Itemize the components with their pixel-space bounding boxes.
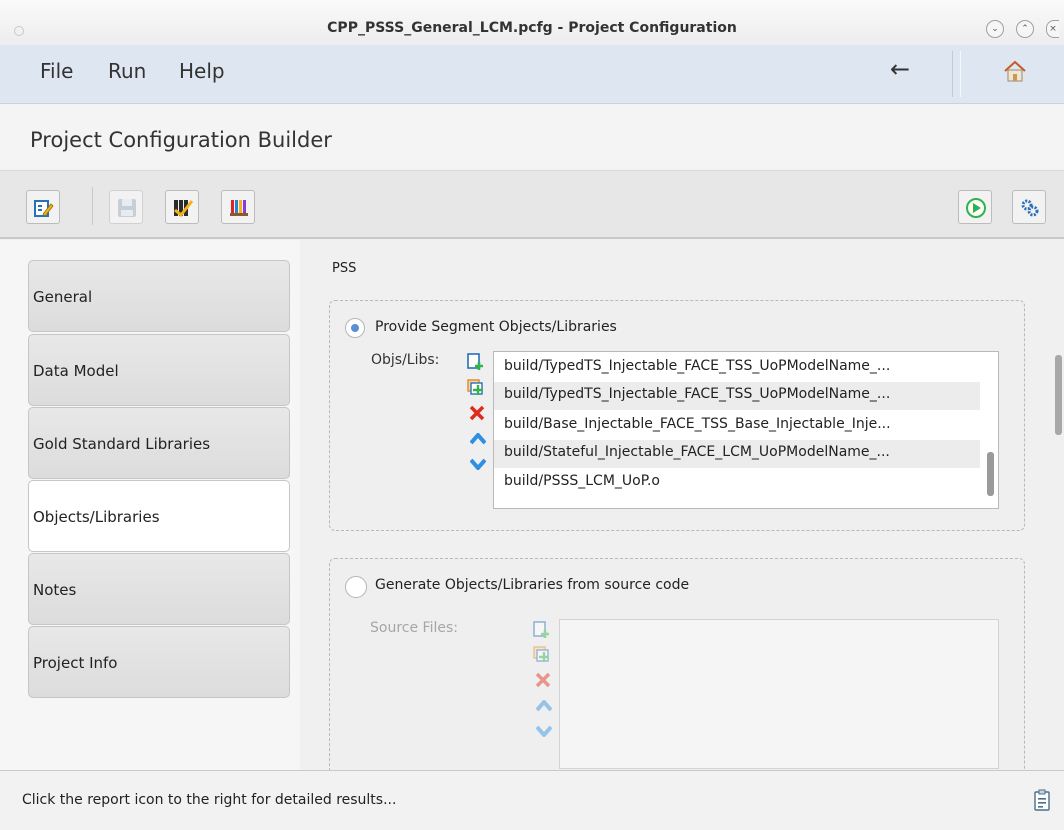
nav-tab-label: Project Info <box>33 654 118 672</box>
close-icon[interactable]: × <box>1046 20 1059 38</box>
sidebar-nav: General Data Model Gold Standard Librari… <box>0 240 300 770</box>
list-item[interactable]: build/Stateful_Injectable_FACE_LCM_UoPMo… <box>494 440 980 468</box>
list-item[interactable]: build/Base_Injectable_FACE_TSS_Base_Inje… <box>494 412 980 440</box>
generate-objects-group: Generate Objects/Libraries from source c… <box>329 558 1025 770</box>
objs-libs-list[interactable]: build/TypedTS_Injectable_FACE_TSS_UoPMod… <box>493 351 999 509</box>
nav-tab-general[interactable]: General <box>28 260 290 332</box>
books-icon <box>230 200 248 216</box>
books-button[interactable] <box>221 190 255 224</box>
section-label: PSS <box>332 261 357 276</box>
move-down-icon[interactable] <box>469 458 487 474</box>
menu-file[interactable]: File <box>40 59 73 83</box>
toolbar <box>0 171 1064 239</box>
status-text: Click the report icon to the right for d… <box>22 792 397 808</box>
nav-tab-objects-libraries[interactable]: Objects/Libraries <box>28 480 290 552</box>
save-button[interactable] <box>109 190 143 224</box>
menubar: File Run Help ← <box>0 45 1064 104</box>
back-arrow-icon[interactable]: ← <box>890 55 910 83</box>
source-files-label: Source Files: <box>370 620 458 636</box>
maximize-icon[interactable]: ⌃ <box>1016 20 1034 38</box>
list-item[interactable]: build/PSSS_LCM_UoP.o <box>494 469 980 497</box>
status-bar: Click the report icon to the right for d… <box>0 770 1064 830</box>
move-up-icon[interactable] <box>469 431 487 449</box>
add-multiple-icon[interactable] <box>467 379 485 401</box>
nav-tab-label: Data Model <box>33 362 119 380</box>
nav-tab-gold-standard-libraries[interactable]: Gold Standard Libraries <box>28 407 290 479</box>
save-icon <box>118 199 136 217</box>
provide-objects-radio[interactable] <box>345 318 365 338</box>
nav-tab-notes[interactable]: Notes <box>28 553 290 625</box>
menu-help[interactable]: Help <box>179 59 225 83</box>
run-icon <box>966 198 986 218</box>
edit-config-icon <box>34 200 54 217</box>
move-up-icon <box>535 698 553 716</box>
remove-icon[interactable] <box>469 405 485 425</box>
add-icon <box>533 621 551 643</box>
edit-config-button[interactable] <box>26 190 60 224</box>
list-item[interactable]: build/TypedTS_Injectable_FACE_TSS_UoPMod… <box>494 382 980 410</box>
main-scrollbar[interactable] <box>1055 355 1062 435</box>
move-down-icon <box>535 725 553 741</box>
toolbar-divider <box>92 187 93 225</box>
remove-icon <box>535 672 551 692</box>
generate-objects-radio[interactable] <box>345 576 367 598</box>
main-content: PSS Provide Segment Objects/Libraries Ob… <box>300 240 1064 770</box>
nav-tab-project-info[interactable]: Project Info <box>28 626 290 698</box>
add-multiple-icon <box>533 646 551 668</box>
menu-run[interactable]: Run <box>108 59 146 83</box>
source-files-list <box>559 619 999 769</box>
validate-button[interactable] <box>165 190 199 224</box>
generate-objects-label: Generate Objects/Libraries from source c… <box>375 577 690 593</box>
page-title: Project Configuration Builder <box>30 128 332 152</box>
provide-objects-group: Provide Segment Objects/Libraries Objs/L… <box>329 300 1025 531</box>
list-scrollbar[interactable] <box>987 452 994 496</box>
run-button[interactable] <box>958 190 992 224</box>
minimize-icon[interactable]: ⌄ <box>986 20 1004 38</box>
list-item[interactable]: build/TypedTS_Injectable_FACE_TSS_UoPMod… <box>494 354 980 382</box>
nav-tab-label: General <box>33 288 93 306</box>
menubar-divider <box>952 51 953 97</box>
nav-tab-label: Objects/Libraries <box>33 508 160 526</box>
provide-objects-label: Provide Segment Objects/Libraries <box>375 319 617 335</box>
window-title: CPP_PSSS_General_LCM.pcfg - Project Conf… <box>327 20 737 36</box>
page-header: Project Configuration Builder <box>0 104 1064 171</box>
report-icon[interactable] <box>1034 789 1050 815</box>
settings-button[interactable] <box>1012 190 1046 224</box>
nav-tab-data-model[interactable]: Data Model <box>28 334 290 406</box>
home-icon[interactable] <box>1003 59 1027 87</box>
nav-tab-label: Notes <box>33 581 77 599</box>
objs-libs-label: Objs/Libs: <box>371 352 440 368</box>
settings-gear-icon <box>1021 199 1039 217</box>
add-icon[interactable] <box>467 353 485 375</box>
nav-tab-label: Gold Standard Libraries <box>33 435 211 453</box>
validate-icon <box>174 200 193 218</box>
